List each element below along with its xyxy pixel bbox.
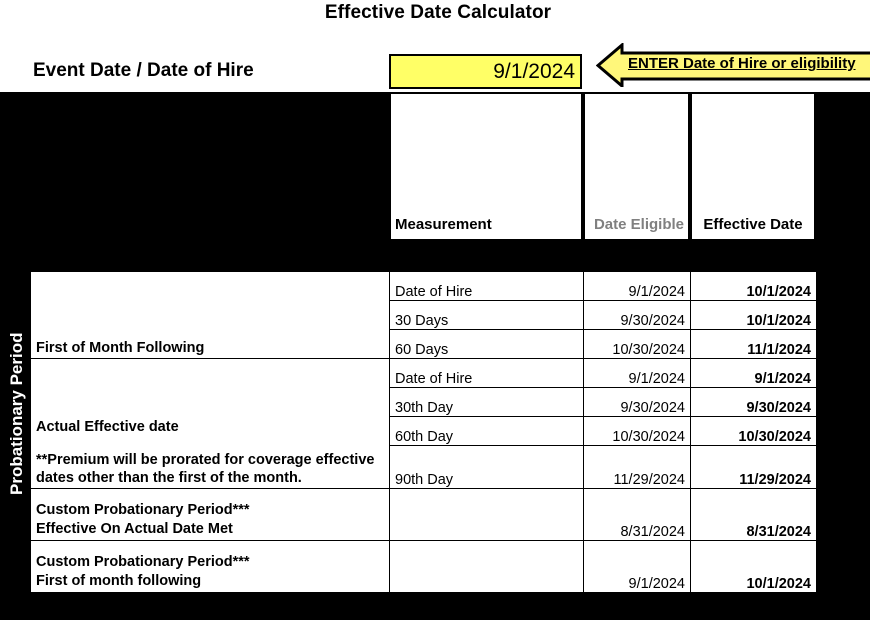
event-date-label: Event Date / Date of Hire [33, 60, 254, 81]
effective-date-cell: 10/30/2024 [690, 416, 817, 446]
event-date-input[interactable]: 9/1/2024 [389, 54, 582, 89]
premium-proration-note: **Premium will be prorated for coverage … [36, 451, 375, 487]
effective-date-calculator-page: Effective Date Calculator Event Date / D… [0, 0, 870, 629]
header-measurement: Measurement [389, 92, 583, 241]
date-eligible-cell: 9/30/2024 [583, 300, 691, 330]
effective-date-cell: 10/1/2024 [690, 300, 817, 330]
date-eligible-cell: 10/30/2024 [583, 416, 691, 446]
custom-probationary-first-of-month-label: Custom Probationary Period*** First of m… [30, 540, 390, 593]
category-first-of-month: First of Month Following [30, 271, 390, 359]
category-actual-effective-date: Actual Effective date **Premium will be … [30, 358, 390, 489]
date-eligible-cell: 11/29/2024 [583, 445, 691, 489]
effective-date-cell: 9/30/2024 [690, 387, 817, 417]
effective-date-cell: 11/1/2024 [690, 329, 817, 359]
page-title-text: Effective Date Calculator [324, 2, 552, 23]
effective-date-cell: 9/1/2024 [690, 358, 817, 388]
date-eligible-cell: 9/1/2024 [583, 540, 691, 593]
custom-label-line2: First of month following [36, 573, 202, 590]
table-row: Custom Probationary Period*** Effective … [30, 488, 817, 541]
callout-text: ENTER Date of Hire or eligibility [628, 55, 856, 72]
date-eligible-cell: 9/1/2024 [583, 271, 691, 301]
table-row: Custom Probationary Period*** First of m… [30, 540, 817, 593]
measurement-cell: 60th Day [389, 416, 584, 446]
custom-probationary-first-of-month-input[interactable] [389, 540, 584, 593]
date-eligible-cell: 9/30/2024 [583, 387, 691, 417]
custom-label-line1: Custom Probationary Period*** [36, 501, 250, 518]
measurement-cell: 60 Days [389, 329, 584, 359]
custom-label-line2: Effective On Actual Date Met [36, 521, 233, 538]
table-row: Actual Effective date **Premium will be … [30, 358, 817, 489]
bottom-strip [0, 620, 870, 629]
page-title: Effective Date Calculator [0, 2, 870, 24]
date-eligible-cell: 10/30/2024 [583, 329, 691, 359]
measurement-cell: Date of Hire [389, 358, 584, 388]
header-date-eligible: Date Eligible [583, 92, 690, 241]
table-row: First of Month Following Date of Hire 9/… [30, 271, 817, 359]
header-effective-date: Effective Date [690, 92, 816, 241]
date-eligible-cell: 9/1/2024 [583, 358, 691, 388]
custom-probationary-actual-date-label: Custom Probationary Period*** Effective … [30, 488, 390, 541]
header-measurement-text: Measurement [395, 216, 492, 233]
header-date-eligible-text: Date Eligible [593, 216, 684, 233]
effective-date-table: First of Month Following Date of Hire 9/… [30, 271, 817, 593]
measurement-cell: Date of Hire [389, 271, 584, 301]
header-effective-date-text: Effective Date [703, 216, 803, 233]
measurement-cell: 90th Day [389, 445, 584, 489]
measurement-cell: 30th Day [389, 387, 584, 417]
custom-probationary-actual-date-input[interactable] [389, 488, 584, 541]
measurement-cell: 30 Days [389, 300, 584, 330]
effective-date-cell: 10/1/2024 [690, 271, 817, 301]
effective-date-cell: 11/29/2024 [690, 445, 817, 489]
enter-date-callout: ENTER Date of Hire or eligibility [596, 43, 870, 87]
category-actual-effective-date-title: Actual Effective date [36, 419, 179, 436]
effective-date-cell: 10/1/2024 [690, 540, 817, 593]
probationary-period-side-label: Probationary Period [7, 332, 26, 495]
date-eligible-cell: 8/31/2024 [583, 488, 691, 541]
custom-label-line1: Custom Probationary Period*** [36, 553, 250, 570]
effective-date-cell: 8/31/2024 [690, 488, 817, 541]
